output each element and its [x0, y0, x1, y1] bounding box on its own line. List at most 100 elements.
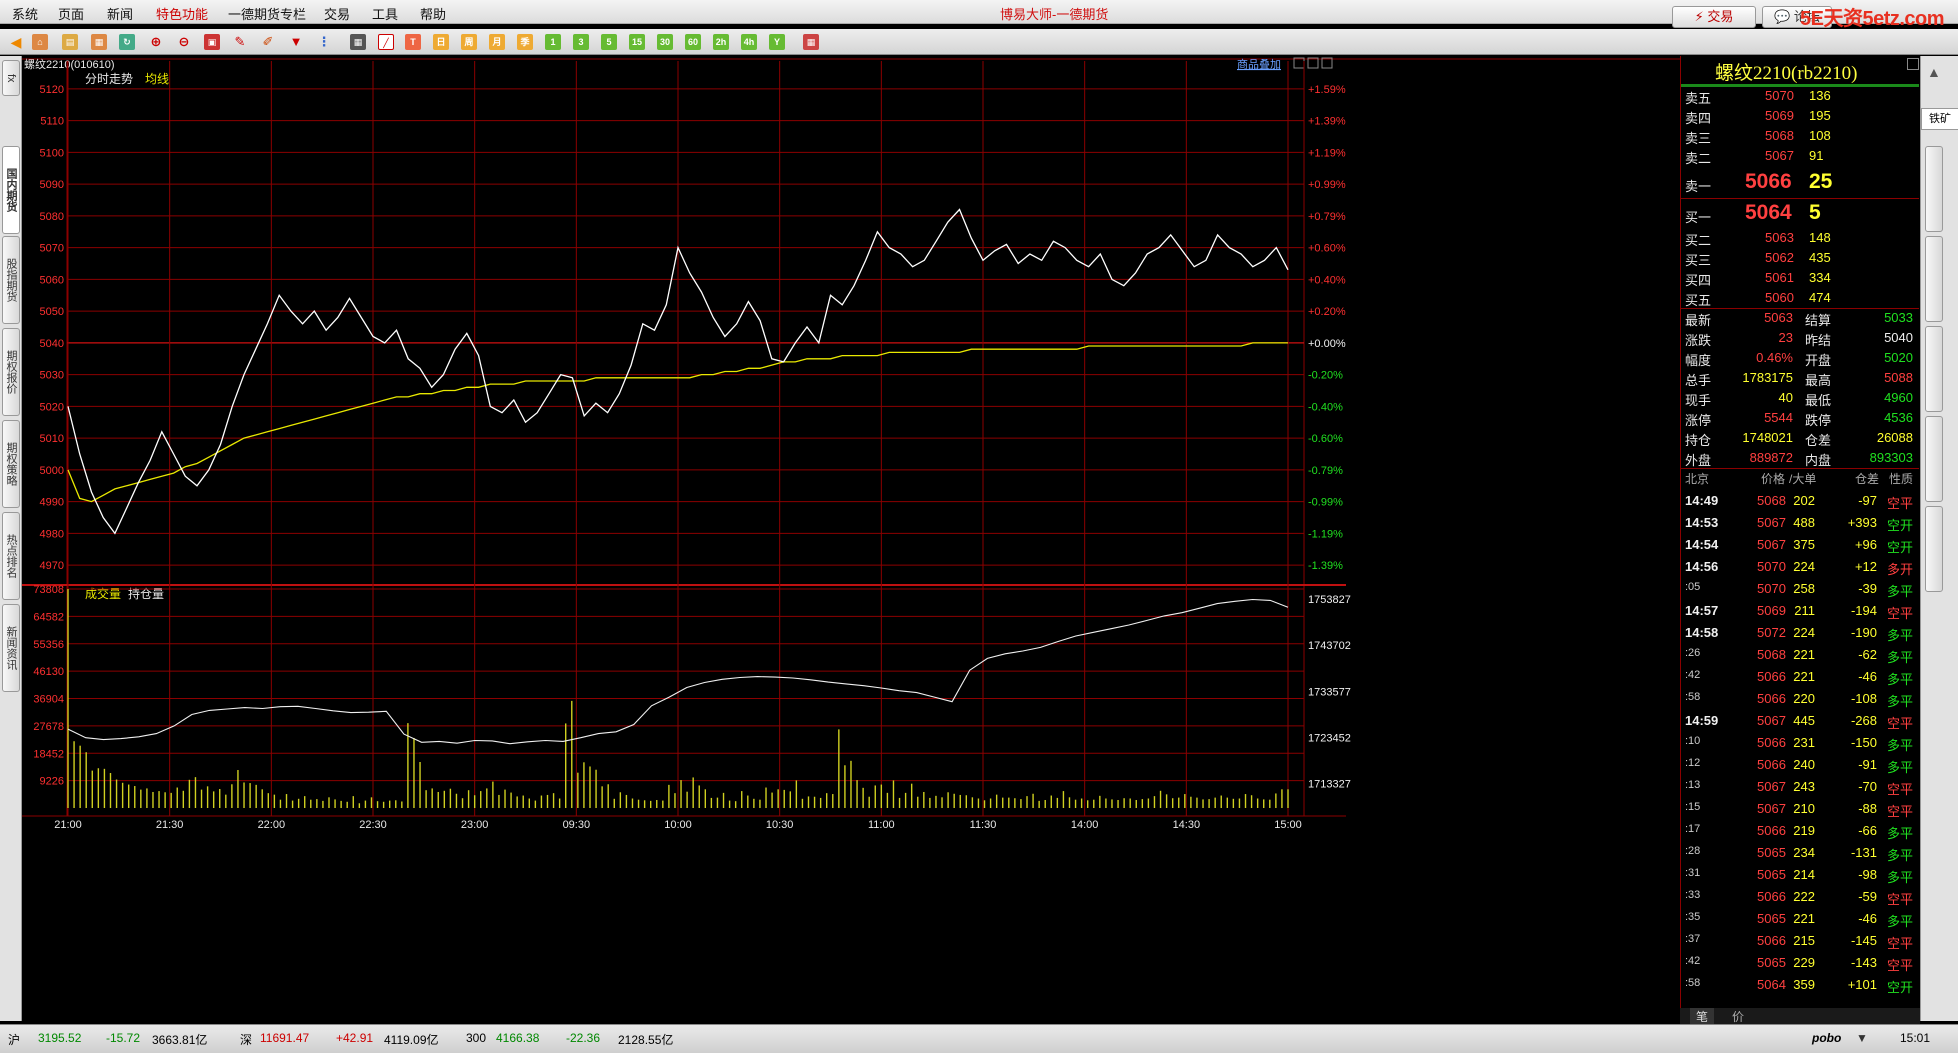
tick-icon[interactable]: T	[405, 34, 421, 50]
tick-row[interactable]: :13 5067 243 -70 空平	[1681, 776, 1919, 798]
line-chart-icon[interactable]: ╱	[378, 34, 394, 50]
tab-iron-ore[interactable]: 铁矿	[1921, 108, 1958, 130]
year-icon[interactable]: Y	[769, 34, 785, 50]
daily-icon[interactable]: 日	[433, 34, 449, 50]
scroll-up-icon[interactable]: ▲	[1927, 64, 1941, 80]
ask1-row[interactable]: 卖一 5066 25	[1681, 168, 1919, 196]
tick-row[interactable]: 14:59 5067 445 -268 空平	[1681, 710, 1919, 732]
min1-icon[interactable]: 1	[545, 34, 561, 50]
menu-special[interactable]: 特色功能	[156, 4, 208, 23]
min3-icon[interactable]: 3	[573, 34, 589, 50]
hour2-icon[interactable]: 2h	[713, 34, 729, 50]
weekly-icon[interactable]: 周	[461, 34, 477, 50]
tick-row[interactable]: 14:56 5070 224 +12 多开	[1681, 556, 1919, 578]
ask-row[interactable]: 卖五 5070 136	[1681, 86, 1919, 106]
stat-value: 5088	[1884, 370, 1913, 385]
tick-row[interactable]: 14:57 5069 211 -194 空平	[1681, 600, 1919, 622]
right-tab-1[interactable]	[1925, 146, 1943, 232]
tick-row[interactable]: 14:49 5068 202 -97 空平	[1681, 490, 1919, 512]
panel-toggle-icon[interactable]	[1907, 58, 1919, 70]
ask-row[interactable]: 卖四 5069 195	[1681, 106, 1919, 126]
filter-icon[interactable]: ▼	[288, 34, 304, 50]
tick-nature: 空开	[1887, 518, 1914, 533]
tab-trades[interactable]: 笔	[1690, 1008, 1715, 1025]
brush-icon[interactable]: ✐	[260, 34, 276, 50]
tick-row[interactable]: :10 5066 231 -150 多平	[1681, 732, 1919, 754]
min15-icon[interactable]: 15	[629, 34, 645, 50]
right-tab-2[interactable]	[1925, 236, 1943, 322]
right-tab-5[interactable]	[1925, 506, 1943, 592]
refresh-icon[interactable]: ↻	[119, 34, 135, 50]
tick-nature: 多平	[1887, 628, 1914, 643]
pct-tick-label: +0.20%	[1308, 306, 1346, 318]
tab-news[interactable]: 新闻资讯	[2, 604, 20, 692]
tick-row[interactable]: :26 5068 221 -62 多平	[1681, 644, 1919, 666]
time-tick-label: 10:00	[664, 819, 692, 831]
right-tab-4[interactable]	[1925, 416, 1943, 502]
intraday-chart-panel[interactable]: 螺纹2210(010610) 商品叠加 分时走势 均线 5120 +1.59% 5110 +1…	[22, 56, 1680, 1023]
menu-page[interactable]: 页面	[58, 4, 84, 23]
tab-domestic-futures[interactable]: 国内期货	[2, 146, 20, 234]
tick-row[interactable]: :33 5066 222 -59 空平	[1681, 886, 1919, 908]
folder-icon[interactable]: ▤	[62, 34, 78, 50]
tick-row[interactable]: 14:53 5067 488 +393 空开	[1681, 512, 1919, 534]
hour4-icon[interactable]: 4h	[741, 34, 757, 50]
quarterly-icon[interactable]: 季	[517, 34, 533, 50]
overlay-link: 商品叠加	[1237, 57, 1281, 71]
tab-fx-icon[interactable]: fx	[2, 60, 20, 96]
tick-row[interactable]: :17 5066 219 -66 多平	[1681, 820, 1919, 842]
tick-row[interactable]: :42 5065 229 -143 空平	[1681, 952, 1919, 974]
book-icon[interactable]: ▦	[91, 34, 107, 50]
ask-row[interactable]: 卖三 5068 108	[1681, 126, 1919, 146]
menu-tools[interactable]: 工具	[372, 4, 398, 23]
home-icon[interactable]: ⌂	[32, 34, 48, 50]
tick-row[interactable]: 14:58 5072 224 -190 多平	[1681, 622, 1919, 644]
tick-row[interactable]: :37 5066 215 -145 空平	[1681, 930, 1919, 952]
tick-row[interactable]: :12 5066 240 -91 多平	[1681, 754, 1919, 776]
bid-row[interactable]: 买五 5060 474	[1681, 288, 1919, 308]
bid-row[interactable]: 买二 5063 148	[1681, 228, 1919, 248]
tick-row[interactable]: :28 5065 234 -131 多平	[1681, 842, 1919, 864]
tab-option-strategy[interactable]: 期权策略	[2, 420, 20, 508]
zoom-in-icon[interactable]: ⊕	[148, 34, 164, 50]
min30-icon[interactable]: 30	[657, 34, 673, 50]
ask-row[interactable]: 卖二 5067 91	[1681, 146, 1919, 166]
back-arrow-icon[interactable]: ◀	[8, 34, 24, 50]
tick-row[interactable]: :58 5064 359 +101 空开	[1681, 974, 1919, 996]
zoom-out-icon[interactable]: ⊖	[176, 34, 192, 50]
intraday-chart[interactable]: 螺纹2210(010610) 商品叠加分时走势 均线 5120 +1.59% 5110 +1…	[22, 56, 1680, 1023]
menu-trade[interactable]: 交易	[324, 4, 350, 23]
stat-value: 26088	[1876, 430, 1913, 445]
bid1-row[interactable]: 买一 5064 5	[1681, 199, 1919, 227]
tick-row[interactable]: :05 5070 258 -39 多平	[1681, 578, 1919, 600]
tick-row[interactable]: :35 5065 221 -46 多平	[1681, 908, 1919, 930]
stat-label: 最低	[1805, 393, 1832, 408]
menu-yide-column[interactable]: 一德期货专栏	[228, 4, 306, 23]
tab-price[interactable]: 价	[1726, 1008, 1750, 1025]
menu-help[interactable]: 帮助	[420, 4, 446, 23]
ask-label: 卖四	[1685, 111, 1712, 126]
calendar-icon[interactable]: ▦	[803, 34, 819, 50]
tab-option-quotes[interactable]: 期权报价	[2, 328, 20, 416]
bid-row[interactable]: 买四 5061 334	[1681, 268, 1919, 288]
trade-button[interactable]: ⚡ 交易	[1672, 6, 1756, 28]
network-icon[interactable]: ⋮	[316, 34, 332, 50]
min60-icon[interactable]: 60	[685, 34, 701, 50]
monthly-icon[interactable]: 月	[489, 34, 505, 50]
right-tab-3[interactable]	[1925, 326, 1943, 412]
menu-system[interactable]: 系统	[12, 4, 38, 23]
tick-row[interactable]: :15 5067 210 -88 空平	[1681, 798, 1919, 820]
pen-icon[interactable]: ✎	[232, 34, 248, 50]
tab-index-futures[interactable]: 股指期货	[2, 236, 20, 324]
window-icon[interactable]: ▣	[204, 34, 220, 50]
tick-row[interactable]: :42 5066 221 -46 多平	[1681, 666, 1919, 688]
menu-news[interactable]: 新闻	[107, 4, 133, 23]
tab-hot-ranking[interactable]: 热点排名	[2, 512, 20, 600]
min5-icon[interactable]: 5	[601, 34, 617, 50]
table-icon[interactable]: ▦	[350, 34, 366, 50]
tick-row[interactable]: :58 5066 220 -108 多平	[1681, 688, 1919, 710]
tick-row[interactable]: :31 5065 214 -98 多平	[1681, 864, 1919, 886]
tick-row[interactable]: 14:54 5067 375 +96 空开	[1681, 534, 1919, 556]
tick-time: :10	[1685, 735, 1701, 747]
bid-row[interactable]: 买三 5062 435	[1681, 248, 1919, 268]
